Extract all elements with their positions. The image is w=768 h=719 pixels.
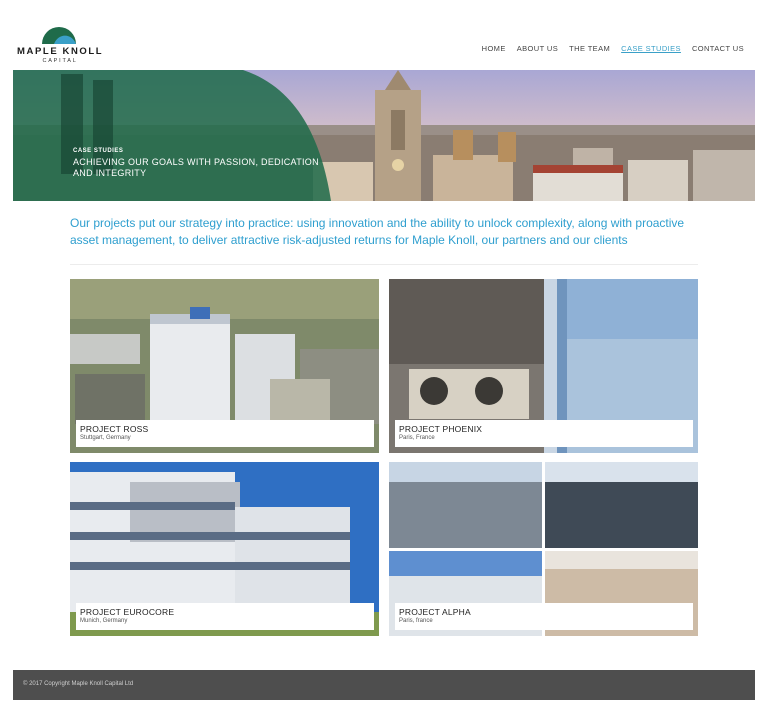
logo-mark-icon: [42, 27, 76, 44]
nav-home[interactable]: HOME: [482, 44, 506, 53]
project-caption: PROJECT EUROCORE Munich, Germany: [76, 603, 374, 630]
brand-name: MAPLE KNOLL: [17, 46, 104, 57]
site-header: MAPLE KNOLL CAPITAL HOME ABOUT US THE TE…: [0, 0, 768, 70]
nav-about-us[interactable]: ABOUT US: [517, 44, 558, 53]
intro-text: Our projects put our strategy into pract…: [70, 216, 685, 247]
project-title: PROJECT ALPHA: [399, 607, 471, 617]
project-title: PROJECT ROSS: [80, 424, 149, 434]
hero-title: ACHIEVING OUR GOALS WITH PASSION, DEDICA…: [73, 157, 319, 178]
project-caption: PROJECT PHOENIX Paris, France: [395, 420, 693, 447]
project-title: PROJECT EUROCORE: [80, 607, 175, 617]
brand-sub: CAPITAL: [42, 58, 78, 64]
project-caption: PROJECT ROSS Stuttgart, Germany: [76, 420, 374, 447]
hero-kicker: CASE STUDIES: [73, 148, 124, 154]
nav-contact-us[interactable]: CONTACT US: [692, 44, 744, 53]
copyright-text: © 2017 Copyright Maple Knoll Capital Ltd: [23, 681, 134, 687]
project-card-alpha[interactable]: PROJECT ALPHA Paris, france: [389, 462, 698, 636]
main-nav: HOME ABOUT US THE TEAM CASE STUDIES CONT…: [482, 44, 744, 53]
project-location: Munich, Germany: [80, 618, 128, 624]
project-location: Stuttgart, Germany: [80, 435, 131, 441]
project-card-eurocore[interactable]: PROJECT EUROCORE Munich, Germany: [70, 462, 379, 636]
nav-case-studies[interactable]: CASE STUDIES: [621, 44, 681, 53]
site-footer: © 2017 Copyright Maple Knoll Capital Ltd: [13, 670, 755, 700]
divider: [70, 264, 698, 265]
hero-banner: CASE STUDIES ACHIEVING OUR GOALS WITH PA…: [13, 70, 755, 201]
project-location: Paris, france: [399, 618, 433, 624]
project-caption: PROJECT ALPHA Paris, france: [395, 603, 693, 630]
project-card-ross[interactable]: PROJECT ROSS Stuttgart, Germany: [70, 279, 379, 453]
project-card-phoenix[interactable]: PROJECT PHOENIX Paris, France: [389, 279, 698, 453]
project-title: PROJECT PHOENIX: [399, 424, 483, 434]
hero-cityscape-image: [13, 70, 755, 201]
brand-logo[interactable]: MAPLE KNOLL CAPITAL: [14, 22, 104, 66]
nav-the-team[interactable]: THE TEAM: [569, 44, 610, 53]
project-location: Paris, France: [399, 435, 435, 441]
